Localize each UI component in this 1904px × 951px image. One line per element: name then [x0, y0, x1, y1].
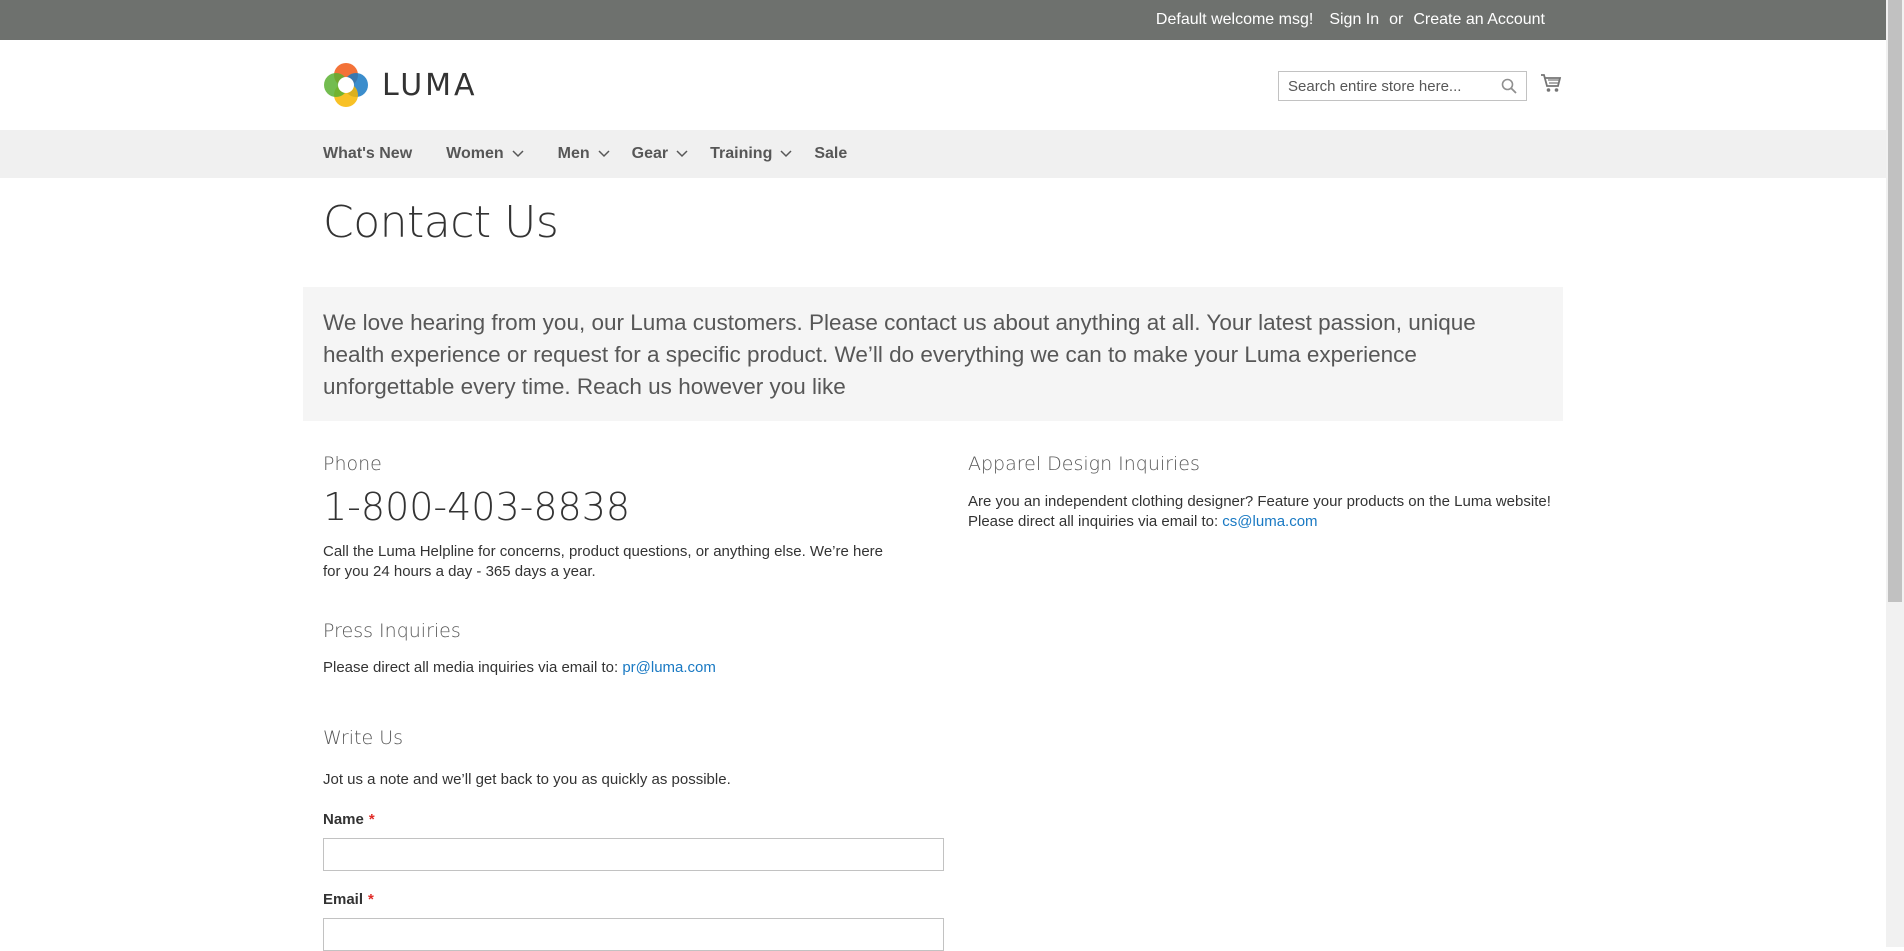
- email-field-box: [323, 918, 944, 951]
- intro-text: We love hearing from you, our Luma custo…: [323, 310, 1476, 399]
- nav-item-label: Women: [446, 145, 504, 162]
- chevron-down-icon: [598, 150, 610, 158]
- press-email-link[interactable]: pr@luma.com: [622, 659, 716, 676]
- apparel-email-link[interactable]: cs@luma.com: [1222, 513, 1317, 530]
- sign-in-link[interactable]: Sign In: [1329, 11, 1379, 29]
- chevron-down-icon: [780, 150, 792, 158]
- welcome-message: Default welcome msg!: [1155, 11, 1314, 28]
- name-label-text: Name: [323, 811, 364, 828]
- create-account-link[interactable]: Create an Account: [1413, 11, 1545, 29]
- chevron-down-icon: [512, 150, 524, 158]
- required-asterisk: *: [368, 811, 375, 828]
- nav-item-training[interactable]: Training: [710, 145, 792, 163]
- name-label: Name *: [323, 811, 375, 828]
- nav-item-whats-new[interactable]: What's New: [323, 145, 412, 163]
- search-input[interactable]: [1279, 72, 1497, 100]
- page-title: Contact Us: [323, 197, 559, 248]
- chevron-down-icon: [676, 150, 688, 158]
- press-heading: Press Inquiries: [323, 620, 461, 642]
- header: LUMA: [0, 40, 1886, 130]
- apparel-text-line2: Please direct all inquiries via email to…: [968, 513, 1219, 530]
- cart-icon[interactable]: [1540, 72, 1562, 99]
- press-text: Please direct all media inquiries via em…: [323, 658, 716, 678]
- required-asterisk: *: [368, 891, 374, 908]
- name-field[interactable]: [324, 839, 943, 870]
- logo-text: LUMA: [382, 67, 478, 103]
- apparel-heading: Apparel Design Inquiries: [968, 453, 1200, 475]
- top-links: Default welcome msg! Sign In or Create a…: [1156, 0, 1545, 40]
- top-panel: Default welcome msg! Sign In or Create a…: [0, 0, 1886, 40]
- email-label: Email *: [323, 891, 374, 908]
- nav-item-label: Gear: [631, 145, 669, 162]
- nav-item-women[interactable]: Women: [446, 145, 524, 163]
- write-us-heading: Write Us: [323, 727, 404, 749]
- nav-item-label: Men: [557, 145, 590, 162]
- intro-box: We love hearing from you, our Luma custo…: [303, 287, 1563, 421]
- apparel-text-line1: Are you an independent clothing designer…: [968, 493, 1551, 510]
- or-separator: or: [1389, 11, 1404, 28]
- nav-item-men[interactable]: Men: [558, 145, 610, 163]
- luma-logo-icon: [324, 63, 368, 107]
- logo-link[interactable]: LUMA: [323, 62, 478, 108]
- phone-heading: Phone: [323, 453, 382, 475]
- write-us-text: Jot us a note and we’ll get back to you …: [323, 771, 731, 788]
- name-field-box: [323, 838, 944, 871]
- nav-item-label: Sale: [814, 145, 848, 162]
- page-scrollbar[interactable]: [1886, 0, 1904, 947]
- search-icon[interactable]: [1501, 78, 1517, 99]
- nav-item-label: What's New: [323, 145, 413, 162]
- phone-number: 1-800-403-8838: [323, 485, 631, 529]
- phone-description: Call the Luma Helpline for concerns, pro…: [323, 543, 884, 580]
- press-text-label: Please direct all media inquiries via em…: [323, 659, 619, 676]
- search-box: [1278, 71, 1527, 101]
- nav-item-sale[interactable]: Sale: [814, 145, 847, 163]
- nav-item-gear[interactable]: Gear: [632, 145, 688, 163]
- email-field[interactable]: [324, 919, 943, 950]
- main-navigation: What's New Women Men Gear Training Sale: [0, 130, 1886, 178]
- email-label-text: Email: [323, 891, 364, 908]
- apparel-text: Are you an independent clothing designer…: [968, 492, 1568, 532]
- scrollbar-thumb[interactable]: [1888, 0, 1902, 602]
- nav-item-label: Training: [710, 145, 773, 162]
